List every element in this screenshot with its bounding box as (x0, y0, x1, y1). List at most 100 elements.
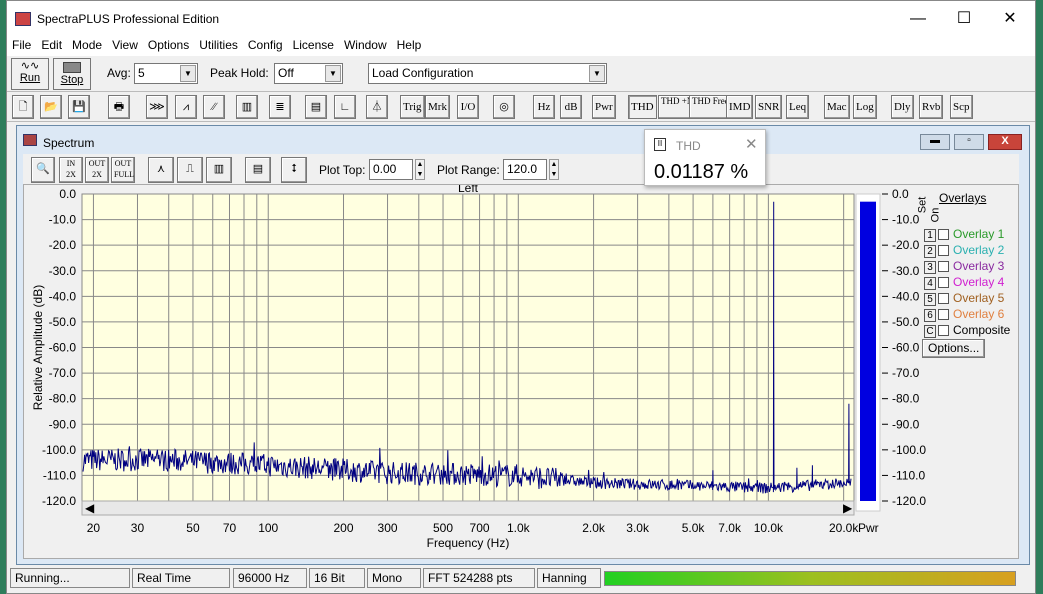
overlay-set-button[interactable]: 2 (924, 245, 936, 258)
chevron-down-icon: ▼ (325, 65, 341, 82)
open-folder-icon[interactable]: 📂 (40, 95, 62, 119)
thd-popup-close-icon[interactable]: ✕ (745, 135, 758, 153)
child-restore-button[interactable]: ▫ (954, 134, 984, 150)
x-tick-label: 1.0k (507, 521, 531, 535)
x-tick-label: 3.0k (626, 521, 650, 535)
overlay-checkbox[interactable] (938, 309, 949, 320)
save-icon[interactable]: 💾 (68, 95, 90, 119)
line-plot-icon[interactable]: ⋏ (148, 157, 174, 183)
configuration-select[interactable]: Load Configuration ▼ (368, 63, 607, 84)
main-toolbar: ∿∿ Run Stop Avg: 5 ▼ Peak Hold: Off ▼ Load … (7, 56, 1035, 92)
menu-edit[interactable]: Edit (36, 37, 67, 54)
menu-license[interactable]: License (288, 37, 339, 54)
tool-leq-button[interactable]: Leq (786, 95, 810, 119)
scroll-right-icon: ▶ (843, 501, 853, 515)
tool-log-button[interactable]: Log (853, 95, 877, 119)
overlay-label: Composite (953, 323, 1011, 337)
overlay-set-button[interactable]: C (924, 325, 936, 338)
power-tick-label: -110.0 (892, 468, 925, 482)
x-tick-label: 7.0k (718, 521, 742, 535)
overlay-checkbox[interactable] (938, 261, 949, 272)
run-button[interactable]: ∿∿ Run (11, 58, 49, 90)
plot-range-input[interactable]: 120.0 (503, 159, 547, 180)
tool-snr-button[interactable]: SNR (755, 95, 783, 119)
minimize-button[interactable]: — (895, 5, 941, 33)
power-tick-label: -100.0 (892, 443, 926, 457)
child-minimize-button[interactable]: ▬ (920, 134, 950, 150)
zoom-out-2x-button[interactable]: OUT 2X (85, 157, 109, 183)
tool-thd-button[interactable]: THD (628, 95, 657, 119)
overlay-checkbox[interactable] (938, 325, 949, 336)
x-tick-label: 50 (186, 521, 200, 535)
power-tick-label: -60.0 (892, 341, 920, 355)
tool-hz-button[interactable]: Hz (533, 95, 555, 119)
overlay-label: Overlay 4 (953, 275, 1005, 289)
peak-hold-select[interactable]: Off ▼ (274, 63, 343, 84)
signal-generator-icon[interactable]: ◎ (493, 95, 515, 119)
3d-surface-icon[interactable]: ≣ (269, 95, 291, 119)
calibration-icon[interactable]: ⏃ (366, 95, 388, 119)
tool-db-button[interactable]: dB (560, 95, 582, 119)
settings-panel-icon[interactable]: ▤ (305, 95, 327, 119)
y-tick-label: -10.0 (49, 213, 77, 227)
y-tick-label: -50.0 (49, 315, 77, 329)
maximize-button[interactable]: ☐ (941, 5, 987, 33)
zoom-magnifier-icon[interactable]: 🔍 (31, 157, 55, 183)
spectrum-mode-icon[interactable]: ⩘ (175, 95, 197, 119)
zoom-in-2x-button[interactable]: IN 2X (59, 157, 83, 183)
overlay-set-button[interactable]: 3 (924, 261, 936, 274)
menu-file[interactable]: File (7, 37, 36, 54)
horizontal-scrollbar[interactable] (81, 500, 855, 516)
tool-imd-button[interactable]: IMD (726, 95, 754, 119)
pause-icon[interactable]: II (654, 138, 666, 151)
overlay-options-button[interactable]: Options... (922, 339, 986, 358)
spectrum-window-icon (23, 134, 37, 146)
plot-range-spinner[interactable]: ▲ ▼ (549, 159, 559, 180)
close-button[interactable]: ✕ (987, 5, 1033, 33)
plot-settings-icon[interactable]: ▤ (245, 157, 271, 183)
overlay-set-button[interactable]: 4 (924, 277, 936, 290)
stop-button[interactable]: Stop (53, 58, 91, 90)
axis-icon[interactable]: ∟ (334, 95, 356, 119)
tool-scp-button[interactable]: Scp (950, 95, 973, 119)
menu-view[interactable]: View (107, 37, 143, 54)
print-icon[interactable]: 🖶 (108, 95, 130, 119)
tool-mrk-button[interactable]: Mrk (425, 95, 450, 119)
tool-trig-button[interactable]: Trig (400, 95, 425, 119)
plot-top-input[interactable]: 0.00 (369, 159, 413, 180)
plot-panel: Left 0.0 0.0 -10.0 -10.0 -20.0 -20.0 -30.0 -30.0… (23, 184, 1019, 559)
menu-utilities[interactable]: Utilities (194, 37, 243, 54)
menu-window[interactable]: Window (339, 37, 392, 54)
tool-i-o-button[interactable]: I/O (457, 95, 479, 119)
autoscale-icon[interactable]: ⭥ (281, 157, 307, 183)
tool-mac-button[interactable]: Mac (824, 95, 850, 119)
child-close-button[interactable]: X (988, 134, 1022, 150)
scroll-left-icon: ◀ (85, 501, 95, 515)
menu-help[interactable]: Help (392, 37, 427, 54)
configuration-value: Load Configuration (372, 66, 474, 80)
tool-dly-button[interactable]: Dly (891, 95, 914, 119)
bar-plot-icon[interactable]: ▥ (206, 157, 232, 183)
overlay-checkbox[interactable] (938, 245, 949, 256)
avg-select[interactable]: 5 ▼ (134, 63, 198, 84)
overlay-checkbox[interactable] (938, 229, 949, 240)
overlay-set-button[interactable]: 5 (924, 293, 936, 306)
menu-mode[interactable]: Mode (67, 37, 107, 54)
tool-pwr-button[interactable]: Pwr (592, 95, 616, 119)
fast-forward-icon[interactable]: ⋙ (146, 95, 168, 119)
step-plot-icon[interactable]: ⎍ (177, 157, 203, 183)
zoom-out-full-button[interactable]: OUT FULL (111, 157, 135, 183)
new-file-icon[interactable]: 🗋 (12, 95, 34, 119)
overlay-set-button[interactable]: 1 (924, 229, 936, 242)
time-series-icon[interactable]: ∕∕ (203, 95, 225, 119)
overlay-checkbox[interactable] (938, 293, 949, 304)
overlay-checkbox[interactable] (938, 277, 949, 288)
spectrogram-icon[interactable]: ▥ (236, 95, 258, 119)
overlay-row: C Composite (924, 322, 1010, 338)
menu-options[interactable]: Options (143, 37, 194, 54)
menu-config[interactable]: Config (243, 37, 288, 54)
plot-top-spinner[interactable]: ▲ ▼ (415, 159, 425, 180)
spectrum-chart[interactable]: Left0.0 0.0-10.0 -10.0-20.0 -20.0-30.0 -30.0… (24, 185, 1020, 560)
tool-rvb-button[interactable]: Rvb (919, 95, 944, 119)
overlay-set-button[interactable]: 6 (924, 309, 936, 322)
